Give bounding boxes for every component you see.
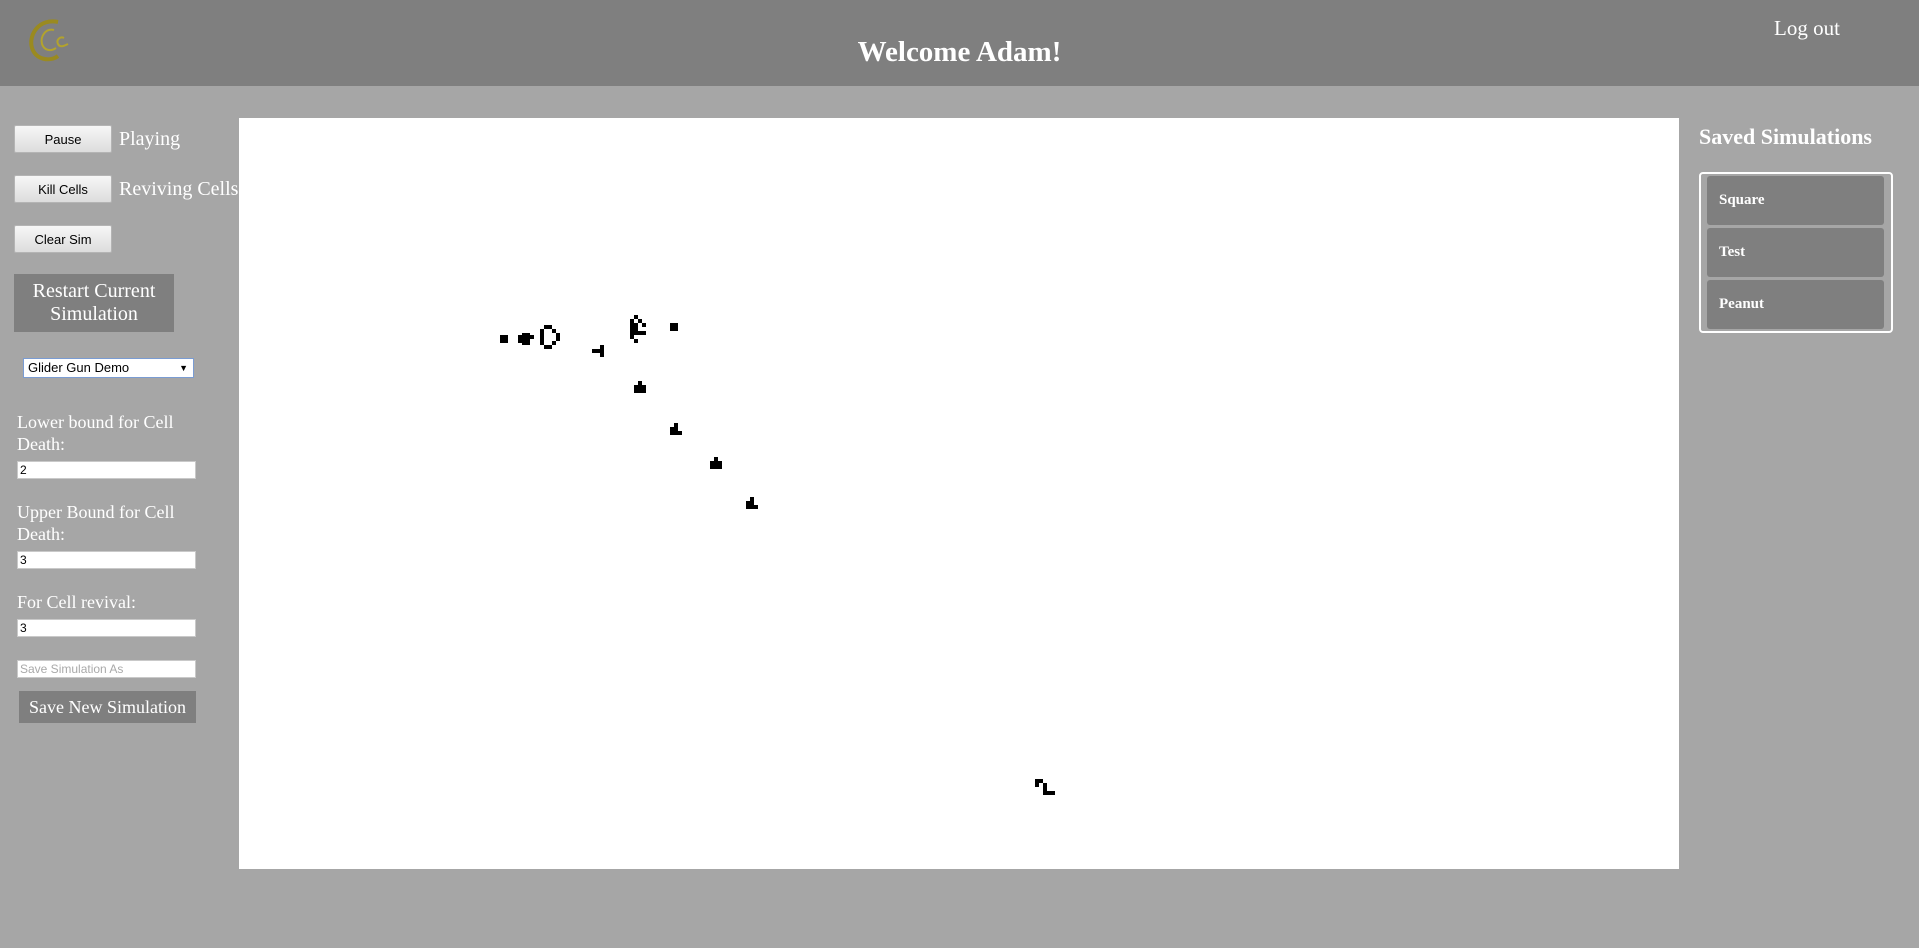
saved-simulations-list: Square Test Peanut	[1699, 172, 1893, 333]
play-status: Playing	[119, 128, 181, 150]
revival-input[interactable]: 3	[17, 619, 196, 637]
live-cell[interactable]	[592, 349, 596, 353]
saved-simulations-title: Saved Simulations	[1699, 124, 1872, 149]
preset-selected-value: Glider Gun Demo	[28, 360, 130, 375]
live-cell[interactable]	[1035, 783, 1039, 787]
saved-item-square[interactable]: Square	[1707, 176, 1884, 225]
live-cell[interactable]	[552, 341, 556, 345]
saved-item-test[interactable]: Test	[1707, 228, 1884, 277]
live-cell[interactable]	[634, 339, 638, 343]
live-cell[interactable]	[642, 331, 646, 335]
mode-status: Reviving Cells	[119, 178, 239, 200]
save-simulation-button[interactable]: Save New Simulation	[19, 691, 196, 723]
clear-sim-button[interactable]: Clear Sim	[14, 225, 112, 253]
save-name-input[interactable]: Save Simulation As	[17, 660, 196, 678]
live-cell[interactable]	[548, 345, 552, 349]
preset-select[interactable]: Glider Gun Demo ▼	[23, 358, 194, 378]
live-cell[interactable]	[718, 465, 722, 469]
welcome-heading: Welcome Adam!	[857, 36, 1062, 68]
revival-label: For Cell revival:	[17, 592, 136, 612]
live-cell[interactable]	[530, 335, 534, 339]
live-cell[interactable]	[600, 353, 604, 357]
kill-cells-button[interactable]: Kill Cells	[14, 175, 112, 203]
upper-bound-label: Upper Bound for Cell Death:	[17, 502, 175, 544]
simulation-board[interactable]	[239, 118, 1679, 869]
upper-bound-input[interactable]: 3	[17, 551, 196, 569]
live-cell[interactable]	[556, 337, 560, 341]
live-cell[interactable]	[526, 341, 530, 345]
live-cell[interactable]	[642, 323, 646, 327]
saved-item-peanut[interactable]: Peanut	[1707, 280, 1884, 329]
pause-button[interactable]: Pause	[14, 125, 112, 153]
restart-simulation-button[interactable]: Restart Current Simulation	[14, 274, 174, 332]
lower-bound-input[interactable]: 2	[17, 461, 196, 479]
dropdown-arrow-icon: ▼	[179, 363, 188, 373]
live-cell[interactable]	[1051, 791, 1055, 795]
live-cell[interactable]	[754, 505, 758, 509]
live-cell[interactable]	[674, 327, 678, 331]
live-cell[interactable]	[1043, 791, 1047, 795]
logout-link[interactable]: Log out	[1774, 16, 1840, 41]
live-cell[interactable]	[642, 389, 646, 393]
lower-bound-label: Lower bound for Cell Death:	[17, 412, 174, 454]
live-cell[interactable]	[504, 339, 508, 343]
header-bar: Welcome Adam! Log out	[0, 0, 1919, 86]
live-cell[interactable]	[678, 431, 682, 435]
live-cell[interactable]	[638, 331, 642, 335]
